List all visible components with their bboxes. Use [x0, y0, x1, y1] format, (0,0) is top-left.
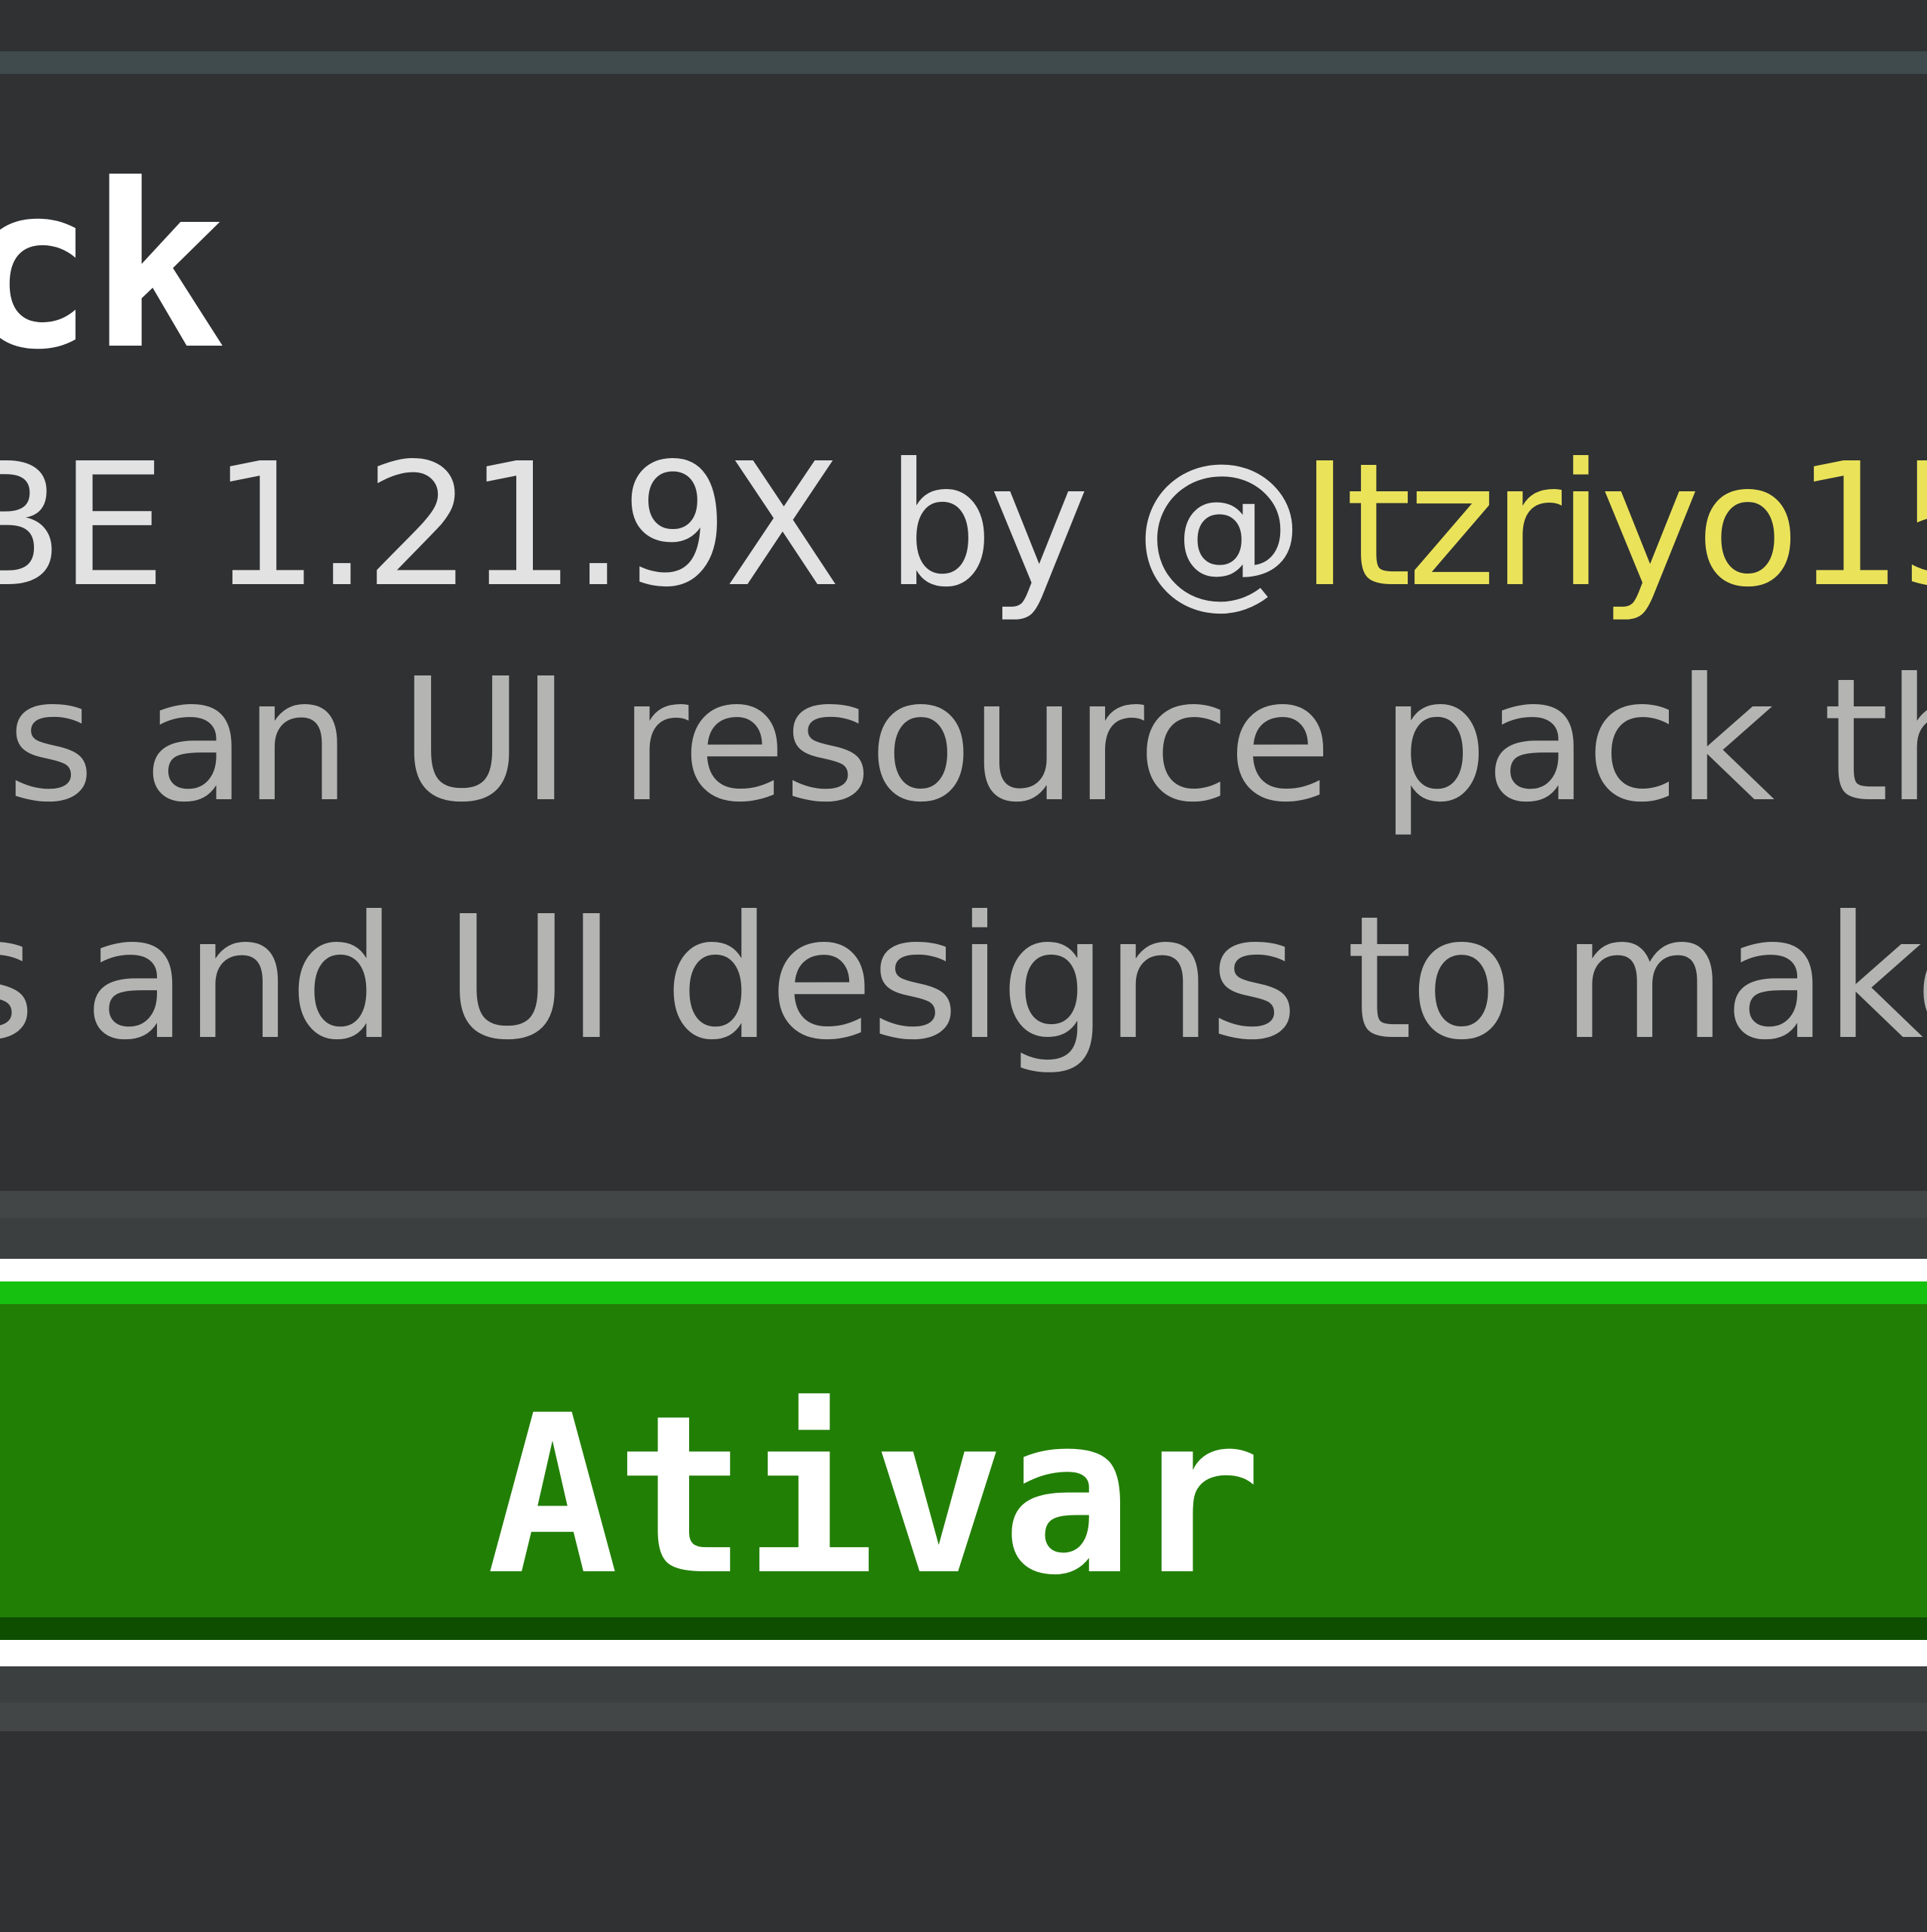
pack-description-line: is an UI resource pack th — [0, 642, 1927, 840]
activate-button-face: Ativar — [0, 1281, 1927, 1640]
pack-description-line: s and UI designs to make — [0, 880, 1927, 1078]
pack-title: ack — [0, 136, 226, 399]
button-highlight — [0, 1281, 1927, 1304]
activate-button[interactable]: Ativar — [0, 1259, 1927, 1666]
button-shadow — [0, 1617, 1927, 1640]
pack-version-text: BE 1.21.9X by @ — [0, 427, 1304, 625]
pack-details-panel: ack BE 1.21.9X by @Itzriyo15 is an UI re… — [0, 0, 1927, 1932]
pack-subtitle: BE 1.21.9X by @Itzriyo15 — [0, 441, 1927, 611]
activate-button-label: Ativar — [486, 1369, 1263, 1623]
pack-author[interactable]: Itzriyo15 — [1300, 427, 1927, 625]
top-divider — [0, 51, 1927, 74]
